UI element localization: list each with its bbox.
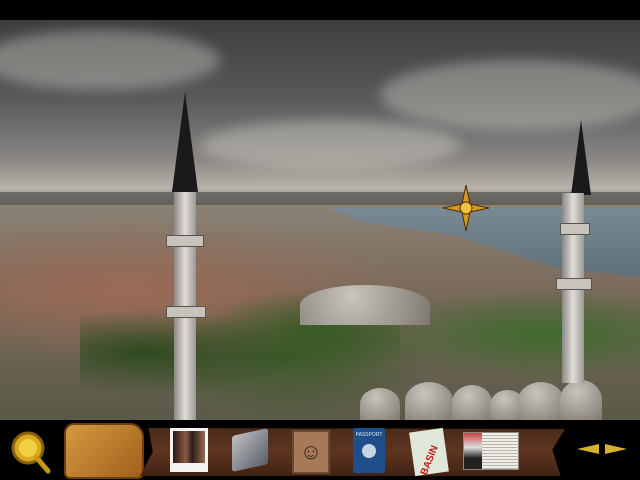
passport-icon[interactable]: PASSPORT: [353, 428, 385, 473]
minaret-balcony: [560, 223, 590, 235]
mosque-dome: [560, 380, 602, 420]
newspaper-photo: [464, 433, 482, 469]
camera-icon[interactable]: [232, 428, 268, 472]
mosque-dome: [452, 385, 492, 420]
cloud: [200, 120, 460, 170]
mosque-dome: [405, 382, 453, 420]
inventory-bar: ☺ PASSPORT BASIN: [0, 420, 640, 480]
photo-image: [173, 431, 205, 463]
passport-label: PASSPORT: [355, 432, 383, 438]
minaret-spire: [571, 120, 591, 195]
compass-navigation-icon[interactable]: [443, 185, 489, 231]
press-pass-label: BASIN: [419, 443, 442, 477]
minaret-balcony: [556, 278, 592, 290]
magnifying-glass-icon[interactable]: [8, 430, 52, 474]
arrow-left-icon[interactable]: [577, 444, 599, 454]
newspaper-icon[interactable]: [463, 432, 519, 470]
photo-icon[interactable]: [170, 428, 208, 472]
passport-seal: [362, 444, 376, 458]
ticket-icon[interactable]: BASIN: [409, 427, 449, 477]
cloud: [380, 60, 640, 130]
mosque-dome: [360, 388, 400, 420]
game-scene-viewport[interactable]: [0, 20, 640, 420]
leather-bag-icon[interactable]: [64, 423, 144, 479]
portrait-icon[interactable]: ☺: [292, 430, 330, 474]
minaret-spire: [172, 92, 198, 192]
mosque-dome: [518, 382, 564, 420]
minaret-balcony: [166, 235, 204, 247]
distant-mosque: [300, 285, 430, 325]
top-letterbox: [0, 0, 640, 20]
arrow-right-icon[interactable]: [605, 444, 627, 454]
minaret-balcony: [166, 306, 206, 318]
cloud: [0, 30, 220, 90]
